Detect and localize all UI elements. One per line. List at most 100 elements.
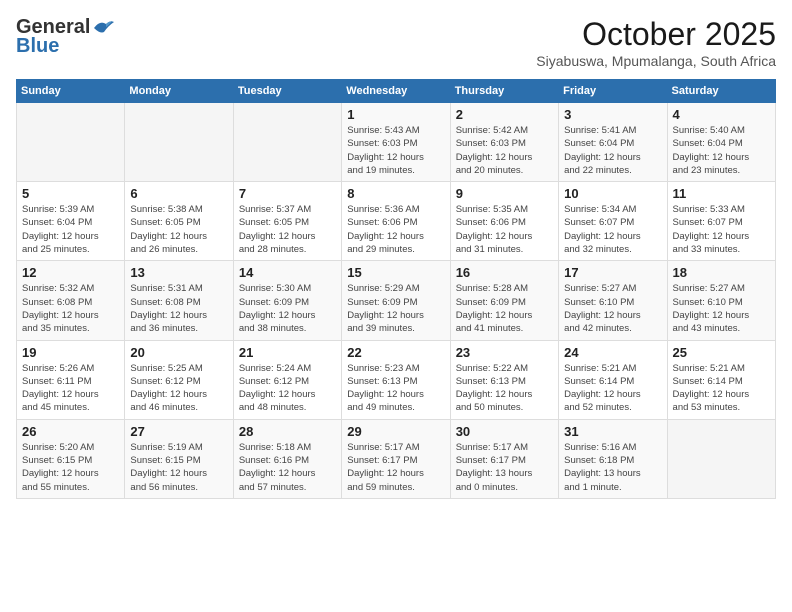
day-number: 8 [347, 186, 444, 201]
calendar-cell: 5Sunrise: 5:39 AMSunset: 6:04 PMDaylight… [17, 182, 125, 261]
day-number: 23 [456, 345, 553, 360]
day-info: Sunrise: 5:27 AMSunset: 6:10 PMDaylight:… [564, 282, 661, 335]
day-info: Sunrise: 5:30 AMSunset: 6:09 PMDaylight:… [239, 282, 336, 335]
day-info: Sunrise: 5:43 AMSunset: 6:03 PMDaylight:… [347, 124, 444, 177]
day-number: 29 [347, 424, 444, 439]
calendar-cell: 3 Sunrise: 5:41 AMSunset: 6:04 PMDaylight… [559, 103, 667, 182]
day-number: 19 [22, 345, 119, 360]
calendar-cell: 13 Sunrise: 5:31 AMSunset: 6:08 PMDayligh… [125, 261, 233, 340]
calendar-cell: 15 Sunrise: 5:29 AMSunset: 6:09 PMDayligh… [342, 261, 450, 340]
page-header: General Blue October 2025 Siyabuswa, Mpu… [16, 16, 776, 69]
col-monday: Monday [125, 80, 233, 103]
calendar-cell: 6 Sunrise: 5:38 AMSunset: 6:05 PMDaylight… [125, 182, 233, 261]
month-title: October 2025 [536, 16, 776, 53]
calendar-cell [667, 419, 775, 498]
day-info: Sunrise: 5:26 AMSunset: 6:11 PMDaylight:… [22, 362, 119, 415]
col-thursday: Thursday [450, 80, 558, 103]
day-number: 28 [239, 424, 336, 439]
col-wednesday: Wednesday [342, 80, 450, 103]
col-sunday: Sunday [17, 80, 125, 103]
day-info: Sunrise: 5:28 AMSunset: 6:09 PMDaylight:… [456, 282, 553, 335]
calendar-cell [125, 103, 233, 182]
day-number: 3 [564, 107, 661, 122]
day-info: Sunrise: 5:35 AMSunset: 6:06 PMDaylight:… [456, 203, 553, 256]
calendar-body: 1Sunrise: 5:43 AMSunset: 6:03 PMDaylight… [17, 103, 776, 499]
logo-blue-text: Blue [16, 35, 59, 58]
day-info: Sunrise: 5:32 AMSunset: 6:08 PMDaylight:… [22, 282, 119, 335]
day-info: Sunrise: 5:27 AMSunset: 6:10 PMDaylight:… [673, 282, 770, 335]
calendar-cell: 24 Sunrise: 5:21 AMSunset: 6:14 PMDayligh… [559, 340, 667, 419]
location-subtitle: Siyabuswa, Mpumalanga, South Africa [536, 53, 776, 69]
day-info: Sunrise: 5:34 AMSunset: 6:07 PMDaylight:… [564, 203, 661, 256]
calendar-cell: 11Sunrise: 5:33 AMSunset: 6:07 PMDayligh… [667, 182, 775, 261]
calendar-cell: 18 Sunrise: 5:27 AMSunset: 6:10 PMDayligh… [667, 261, 775, 340]
calendar-cell: 29 Sunrise: 5:17 AMSunset: 6:17 PMDayligh… [342, 419, 450, 498]
day-number: 12 [22, 265, 119, 280]
day-number: 11 [673, 186, 770, 201]
day-number: 26 [22, 424, 119, 439]
day-info: Sunrise: 5:38 AMSunset: 6:05 PMDaylight:… [130, 203, 227, 256]
day-info: Sunrise: 5:18 AMSunset: 6:16 PMDaylight:… [239, 441, 336, 494]
day-number: 18 [673, 265, 770, 280]
day-number: 24 [564, 345, 661, 360]
day-number: 7 [239, 186, 336, 201]
day-number: 30 [456, 424, 553, 439]
col-saturday: Saturday [667, 80, 775, 103]
day-info: Sunrise: 5:17 AMSunset: 6:17 PMDaylight:… [347, 441, 444, 494]
calendar-cell: 10 Sunrise: 5:34 AMSunset: 6:07 PMDayligh… [559, 182, 667, 261]
calendar-cell: 2Sunrise: 5:42 AMSunset: 6:03 PMDaylight… [450, 103, 558, 182]
calendar-cell: 9Sunrise: 5:35 AMSunset: 6:06 PMDaylight… [450, 182, 558, 261]
calendar-cell: 14 Sunrise: 5:30 AMSunset: 6:09 PMDayligh… [233, 261, 341, 340]
col-friday: Friday [559, 80, 667, 103]
calendar-cell: 31 Sunrise: 5:16 AMSunset: 6:18 PMDayligh… [559, 419, 667, 498]
day-number: 5 [22, 186, 119, 201]
day-number: 21 [239, 345, 336, 360]
day-number: 14 [239, 265, 336, 280]
day-number: 10 [564, 186, 661, 201]
day-number: 20 [130, 345, 227, 360]
calendar-cell: 28 Sunrise: 5:18 AMSunset: 6:16 PMDayligh… [233, 419, 341, 498]
calendar-week-2: 5Sunrise: 5:39 AMSunset: 6:04 PMDaylight… [17, 182, 776, 261]
day-number: 16 [456, 265, 553, 280]
calendar-cell: 1Sunrise: 5:43 AMSunset: 6:03 PMDaylight… [342, 103, 450, 182]
col-tuesday: Tuesday [233, 80, 341, 103]
calendar-cell: 26 Sunrise: 5:20 AMSunset: 6:15 PMDayligh… [17, 419, 125, 498]
day-info: Sunrise: 5:21 AMSunset: 6:14 PMDaylight:… [564, 362, 661, 415]
day-number: 4 [673, 107, 770, 122]
day-number: 6 [130, 186, 227, 201]
day-number: 15 [347, 265, 444, 280]
calendar-cell: 30 Sunrise: 5:17 AMSunset: 6:17 PMDayligh… [450, 419, 558, 498]
day-info: Sunrise: 5:17 AMSunset: 6:17 PMDaylight:… [456, 441, 553, 494]
day-number: 22 [347, 345, 444, 360]
day-info: Sunrise: 5:25 AMSunset: 6:12 PMDaylight:… [130, 362, 227, 415]
day-info: Sunrise: 5:41 AMSunset: 6:04 PMDaylight:… [564, 124, 661, 177]
calendar-week-4: 19 Sunrise: 5:26 AMSunset: 6:11 PMDayligh… [17, 340, 776, 419]
day-number: 31 [564, 424, 661, 439]
day-number: 13 [130, 265, 227, 280]
calendar-cell: 8 Sunrise: 5:36 AMSunset: 6:06 PMDaylight… [342, 182, 450, 261]
calendar-cell: 22 Sunrise: 5:23 AMSunset: 6:13 PMDayligh… [342, 340, 450, 419]
day-info: Sunrise: 5:16 AMSunset: 6:18 PMDaylight:… [564, 441, 661, 494]
day-info: Sunrise: 5:37 AMSunset: 6:05 PMDaylight:… [239, 203, 336, 256]
day-info: Sunrise: 5:36 AMSunset: 6:06 PMDaylight:… [347, 203, 444, 256]
calendar-cell: 19 Sunrise: 5:26 AMSunset: 6:11 PMDayligh… [17, 340, 125, 419]
calendar-cell [17, 103, 125, 182]
calendar-cell: 27Sunrise: 5:19 AMSunset: 6:15 PMDayligh… [125, 419, 233, 498]
logo-bird-icon [92, 18, 114, 36]
title-area: October 2025 Siyabuswa, Mpumalanga, Sout… [536, 16, 776, 69]
day-info: Sunrise: 5:29 AMSunset: 6:09 PMDaylight:… [347, 282, 444, 335]
day-info: Sunrise: 5:22 AMSunset: 6:13 PMDaylight:… [456, 362, 553, 415]
day-info: Sunrise: 5:31 AMSunset: 6:08 PMDaylight:… [130, 282, 227, 335]
day-info: Sunrise: 5:40 AMSunset: 6:04 PMDaylight:… [673, 124, 770, 177]
day-info: Sunrise: 5:24 AMSunset: 6:12 PMDaylight:… [239, 362, 336, 415]
day-info: Sunrise: 5:21 AMSunset: 6:14 PMDaylight:… [673, 362, 770, 415]
day-info: Sunrise: 5:23 AMSunset: 6:13 PMDaylight:… [347, 362, 444, 415]
header-row: Sunday Monday Tuesday Wednesday Thursday… [17, 80, 776, 103]
calendar-cell: 4 Sunrise: 5:40 AMSunset: 6:04 PMDaylight… [667, 103, 775, 182]
calendar-cell: 7 Sunrise: 5:37 AMSunset: 6:05 PMDaylight… [233, 182, 341, 261]
calendar-cell: 16 Sunrise: 5:28 AMSunset: 6:09 PMDayligh… [450, 261, 558, 340]
calendar-cell: 17Sunrise: 5:27 AMSunset: 6:10 PMDayligh… [559, 261, 667, 340]
calendar-header: Sunday Monday Tuesday Wednesday Thursday… [17, 80, 776, 103]
day-info: Sunrise: 5:20 AMSunset: 6:15 PMDaylight:… [22, 441, 119, 494]
day-number: 2 [456, 107, 553, 122]
